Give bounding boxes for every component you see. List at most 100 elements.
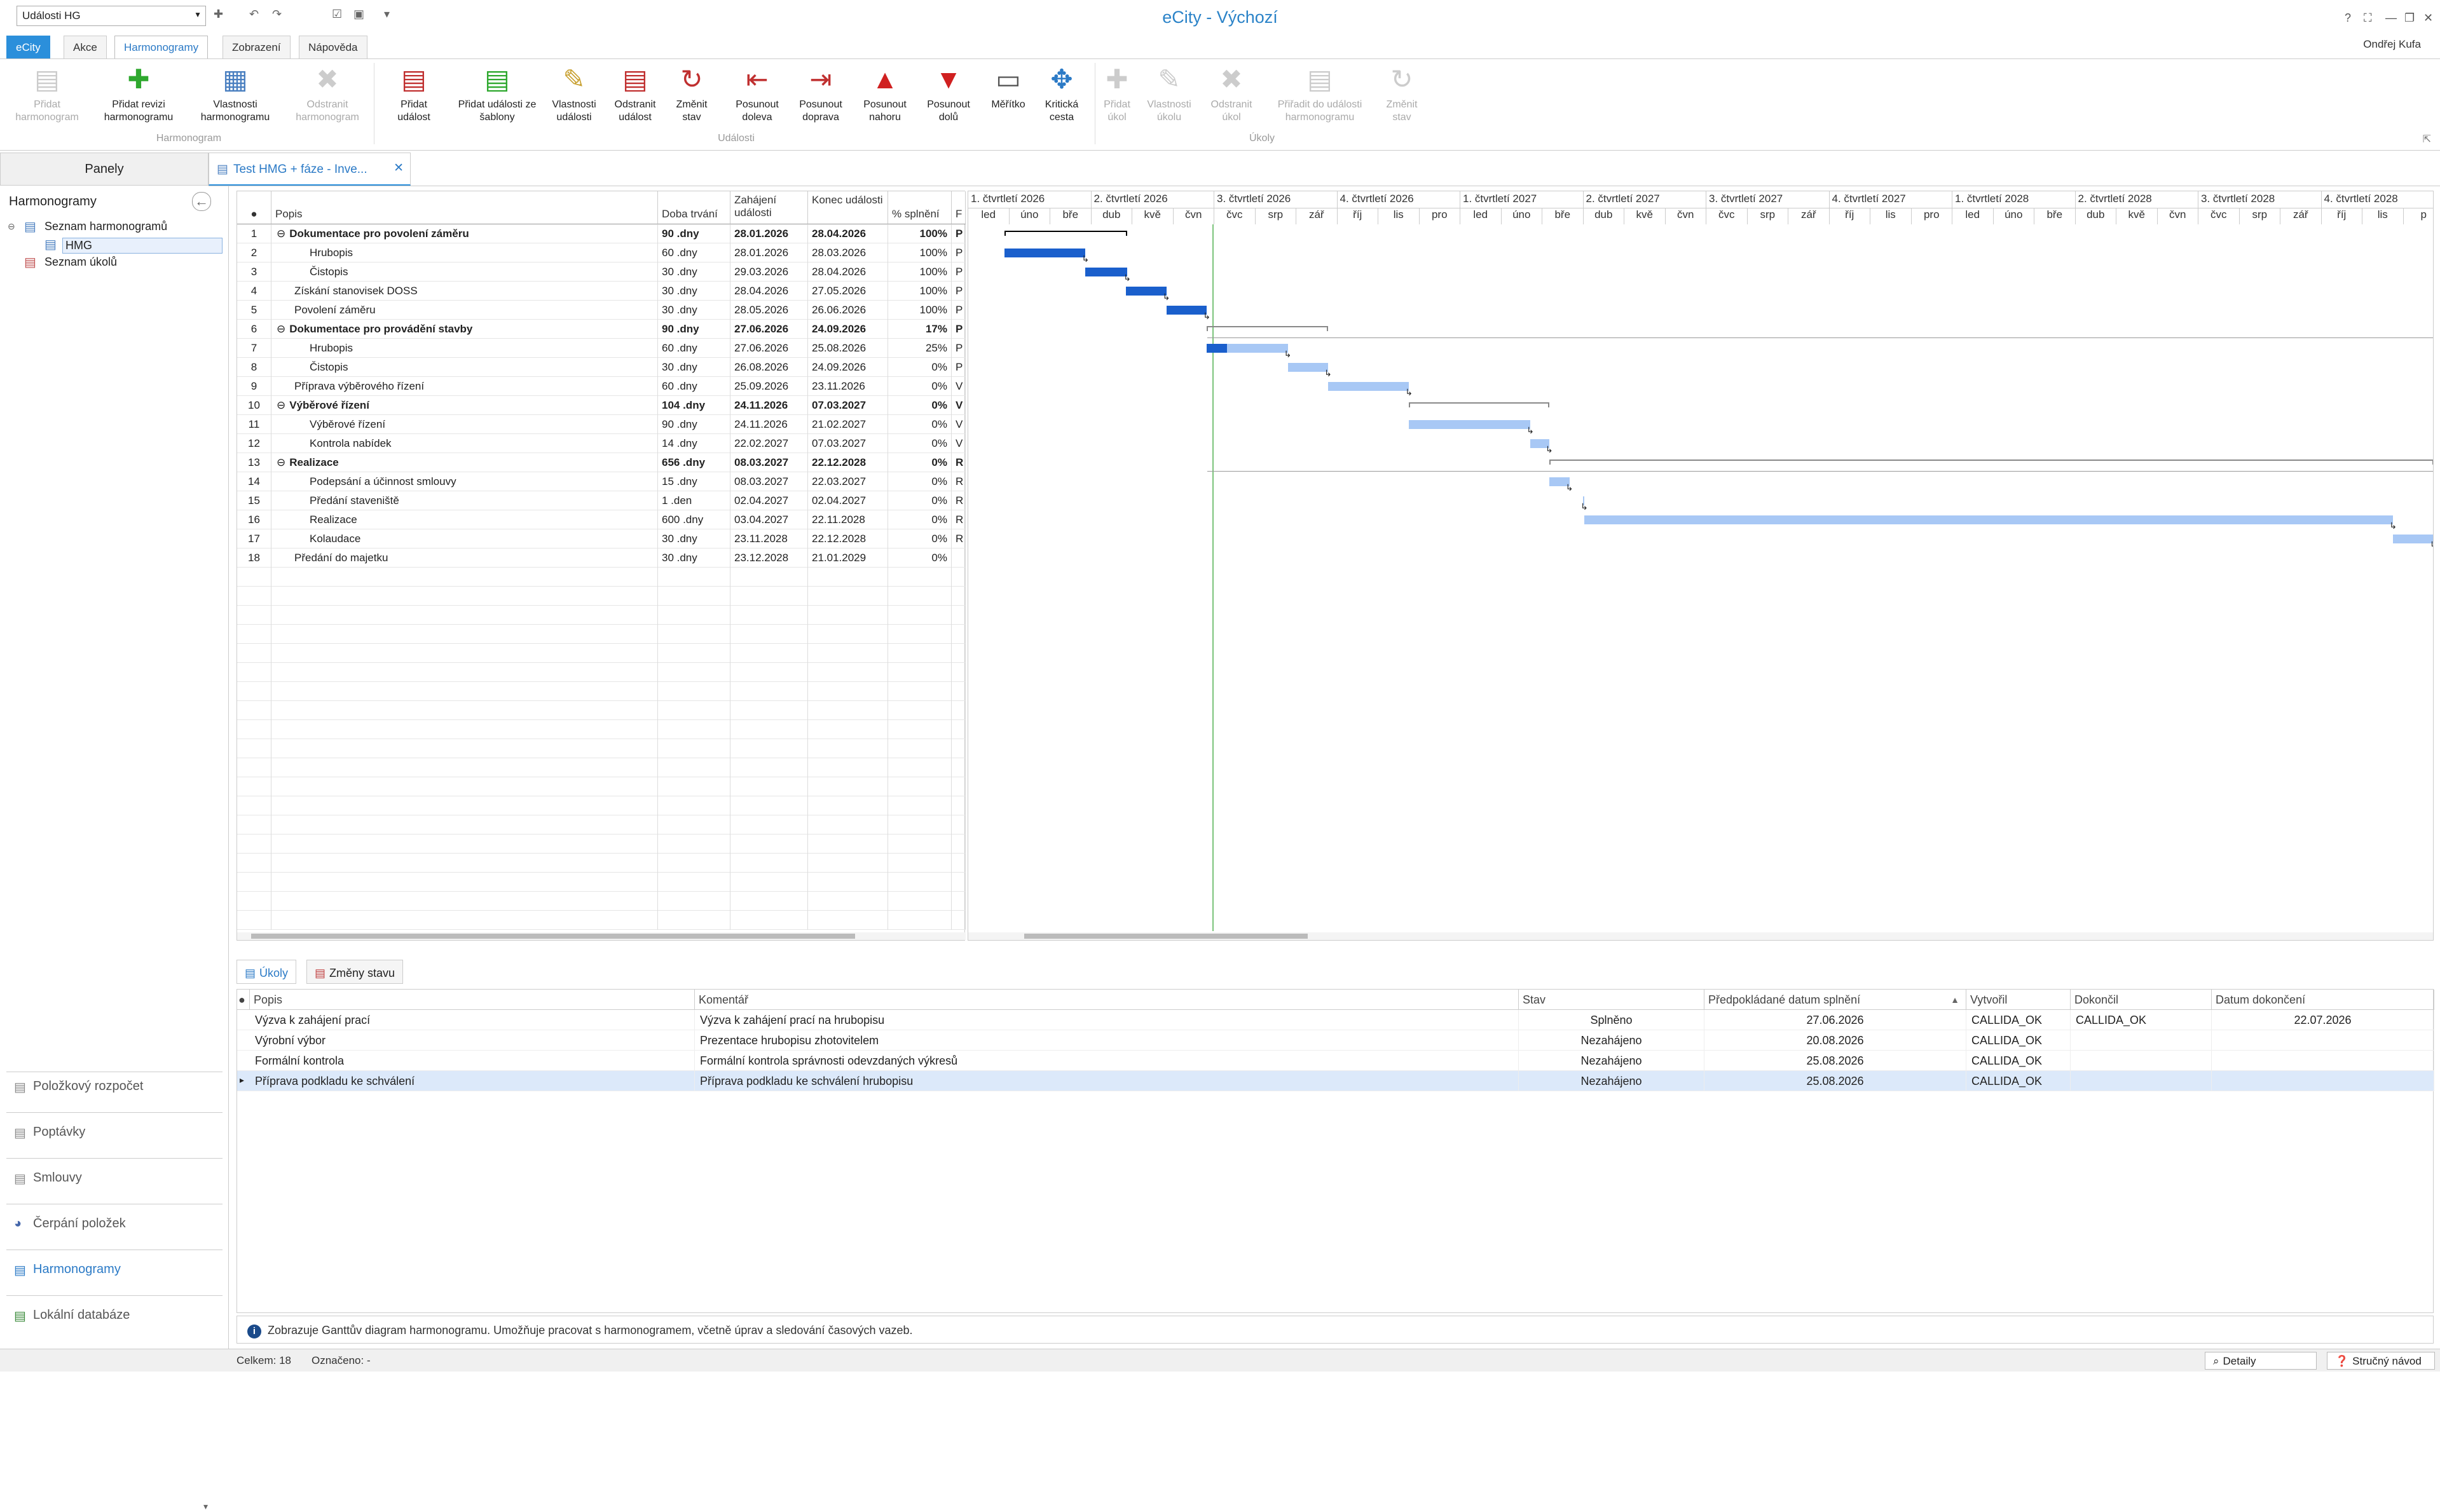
tree-item-schedule-list[interactable]: Seznam harmonogramů <box>45 220 167 233</box>
change-task-state-button[interactable]: ↻ Změnit stav <box>1380 64 1424 124</box>
add-task-button[interactable]: ✚ Přidat úkol <box>1100 64 1134 124</box>
tab-napoveda[interactable]: Nápověda <box>299 36 367 58</box>
collapse-group-icon[interactable]: ⊖ <box>277 323 285 335</box>
delete-task-button[interactable]: ✖ Odstranit úkol <box>1203 64 1260 124</box>
schedule-properties-button[interactable]: ▦ Vlastnosti harmonogramu <box>191 64 280 124</box>
col-header-popis[interactable]: Popis <box>271 191 658 224</box>
move-right-button[interactable]: ⇥ Posunout doprava <box>792 64 849 124</box>
add-event-button[interactable]: ▤ Přidat událost <box>385 64 442 124</box>
grid-row[interactable]: 5 Povolení záměru 30 .dny 28.05.2026 26.06.2… <box>237 301 966 320</box>
move-left-button[interactable]: ⇤ Posunout doleva <box>729 64 786 124</box>
gantt-summary-bar[interactable] <box>1549 460 2433 465</box>
col-header-konec[interactable]: Konec události <box>808 191 888 224</box>
collapse-tree-icon[interactable]: ⊖ <box>8 221 15 232</box>
document-tab[interactable]: ▤ Test HMG + fáze - Inve... ✕ <box>209 153 411 186</box>
col-header-zahajeni[interactable]: Zahájení události <box>730 191 808 224</box>
gantt-scroll-thumb[interactable] <box>1024 934 1308 939</box>
grid-row[interactable]: 2 Hrubopis 60 .dny 28.01.2026 28.03.2026 100%… <box>237 243 966 262</box>
tasks-col-datum-dokonceni[interactable]: Datum dokončení <box>2212 990 2434 1010</box>
collapse-group-icon[interactable]: ⊖ <box>277 228 285 240</box>
gantt-summary-bar[interactable] <box>1004 231 1128 236</box>
back-arrow-icon[interactable]: ← <box>192 192 211 211</box>
gantt-summary-bar[interactable] <box>1207 326 1329 331</box>
add-schedule-button[interactable]: ▤ Přidat harmonogram <box>9 64 85 124</box>
nav-harmonogramy[interactable]: Harmonogramy <box>33 1262 121 1277</box>
collapse-group-icon[interactable]: ⊖ <box>277 399 285 411</box>
grid-row[interactable]: 9 Příprava výběrového řízení 60 .dny 25.09.… <box>237 377 966 396</box>
tree-item-task-list[interactable]: Seznam úkolů <box>45 255 117 269</box>
nav-poptavky[interactable]: Poptávky <box>33 1125 85 1140</box>
gantt-summary-bar[interactable] <box>1409 402 1549 407</box>
tasks-col-stav[interactable]: Stav <box>1519 990 1704 1010</box>
task-properties-button[interactable]: ✎ Vlastnosti úkolu <box>1141 64 1198 124</box>
grid-row[interactable]: 3 Čistopis 30 .dny 29.03.2026 28.04.2026 100%… <box>237 262 966 282</box>
grid-row[interactable]: 15 Předání staveniště 1 .den 02.04.2027 02.0… <box>237 491 966 510</box>
nav-polozkovy-rozpocet[interactable]: Položkový rozpočet <box>33 1079 143 1094</box>
task-row[interactable]: Výzva k zahájení prací Výzva k zahájení p… <box>237 1010 2434 1030</box>
tasks-col-datum[interactable]: Předpokládané datum splnění ▲ <box>1704 990 1966 1010</box>
grid-row[interactable]: 12 Kontrola nabídek 14 .dny 22.02.2027 07.03… <box>237 434 966 453</box>
nav-more-icon[interactable]: ▾ <box>203 1501 208 1512</box>
nav-cerpani-polozek[interactable]: Čerpání položek <box>33 1216 126 1231</box>
close-tab-icon[interactable]: ✕ <box>394 161 404 175</box>
col-header-splneni[interactable]: % splnění <box>888 191 952 224</box>
col-header-f[interactable]: F <box>952 191 966 224</box>
task-row[interactable]: Výrobní výbor Prezentace hrubopisu zhotov… <box>237 1030 2434 1051</box>
gantt-task-bar[interactable] <box>1584 515 2394 524</box>
restore-icon[interactable]: ❐ <box>2404 11 2415 25</box>
collapse-group-icon[interactable]: ⊖ <box>277 456 285 468</box>
collapse-ribbon-icon[interactable]: ⇱ <box>2423 133 2431 146</box>
critical-path-button[interactable]: ✥ Kritická cesta <box>1036 64 1087 124</box>
task-row[interactable]: ▸ Příprava podkladu ke schválení Příprava … <box>237 1071 2434 1091</box>
gantt-task-bar[interactable] <box>1287 363 1329 372</box>
grid-row[interactable]: 18 Předání do majetku 30 .dny 23.12.2028 21.… <box>237 548 966 568</box>
tab-harmonogramy[interactable]: Harmonogramy <box>114 36 209 58</box>
move-down-button[interactable]: ▼ Posunout dolů <box>919 64 978 124</box>
grid-row[interactable]: 14 Podepsání a účinnost smlouvy 15 .dny 08.… <box>237 472 966 491</box>
gantt-task-bar[interactable] <box>1328 382 1409 391</box>
help-icon[interactable]: ? <box>2345 11 2351 25</box>
scale-button[interactable]: ▭ Měřítko <box>983 64 1034 111</box>
tab-ukoly[interactable]: ▤ Úkoly <box>236 960 297 984</box>
tasks-col-komentar[interactable]: Komentář <box>695 990 1519 1010</box>
gantt-task-bar[interactable] <box>2393 535 2433 543</box>
nav-lokalni-databaze[interactable]: Lokální databáze <box>33 1308 130 1323</box>
fullscreen-icon[interactable]: ⛶ <box>2364 11 2372 25</box>
tab-zmeny-stavu[interactable]: ▤ Změny stavu <box>306 960 404 984</box>
grid-scroll-thumb[interactable] <box>251 934 855 939</box>
tab-zobrazeni[interactable]: Zobrazení <box>223 36 291 58</box>
grid-row[interactable]: 11 Výběrové řízení 90 .dny 24.11.2026 21.02.… <box>237 415 966 434</box>
quick-guide-button[interactable]: ❓ Stručný návod <box>2327 1352 2435 1370</box>
grid-row[interactable]: 17 Kolaudace 30 .dny 23.11.2028 22.12.2028 0%… <box>237 529 966 548</box>
add-revision-button[interactable]: ✚ Přidat revizi harmonogramu <box>94 64 183 124</box>
grid-row[interactable]: 1 ⊖ Dokumentace pro povolení záměru 90 .dny… <box>237 224 966 243</box>
tasks-col-vytvoril[interactable]: Vytvořil <box>1966 990 2071 1010</box>
task-row[interactable]: Formální kontrola Formální kontrola správ… <box>237 1051 2434 1071</box>
add-from-template-button[interactable]: ▤ Přidat události ze šablony <box>453 64 542 124</box>
details-button[interactable]: ⌕ Detaily <box>2205 1352 2317 1370</box>
tree-item-hmg[interactable]: HMG <box>62 238 223 254</box>
grid-row[interactable]: 7 Hrubopis 60 .dny 27.06.2026 25.08.2026 25% P <box>237 339 966 358</box>
tasks-col-dokoncil[interactable]: Dokončil <box>2071 990 2212 1010</box>
close-icon[interactable]: ✕ <box>2423 11 2433 25</box>
delete-schedule-button[interactable]: ✖ Odstranit harmonogram <box>286 64 369 124</box>
tab-ecity[interactable]: eCity <box>6 36 50 58</box>
move-up-button[interactable]: ▲ Posunout nahoru <box>856 64 914 124</box>
grid-row[interactable]: 10 ⊖ Výběrové řízení 104 .dny 24.11.2026 07.0… <box>237 396 966 415</box>
panels-header[interactable]: Panely <box>0 153 209 186</box>
event-properties-button[interactable]: ✎ Vlastnosti události <box>547 64 601 124</box>
grid-row[interactable]: 6 ⊖ Dokumentace pro provádění stavby 90 .dn… <box>237 320 966 339</box>
tasks-col-popis[interactable]: Popis <box>250 990 695 1010</box>
grid-row[interactable]: 8 Čistopis 30 .dny 26.08.2026 24.09.2026 0% P <box>237 358 966 377</box>
change-state-button[interactable]: ↻ Změnit stav <box>669 64 715 124</box>
col-header-doba[interactable]: Doba trvání <box>658 191 730 224</box>
assign-to-event-button[interactable]: ▤ Přiřadit do události harmonogramu <box>1269 64 1371 124</box>
grid-scrollbar[interactable] <box>237 932 966 940</box>
gantt-task-bar[interactable] <box>1409 420 1531 429</box>
grid-row[interactable]: 13 ⊖ Realizace 656 .dny 08.03.2027 22.12.2028… <box>237 453 966 472</box>
grid-row[interactable]: 4 Získání stanovisek DOSS 30 .dny 28.04.202… <box>237 282 966 301</box>
tab-akce[interactable]: Akce <box>64 36 107 58</box>
minimize-icon[interactable]: — <box>2385 11 2397 25</box>
gantt-scrollbar[interactable] <box>968 932 2433 940</box>
nav-smlouvy[interactable]: Smlouvy <box>33 1171 82 1185</box>
